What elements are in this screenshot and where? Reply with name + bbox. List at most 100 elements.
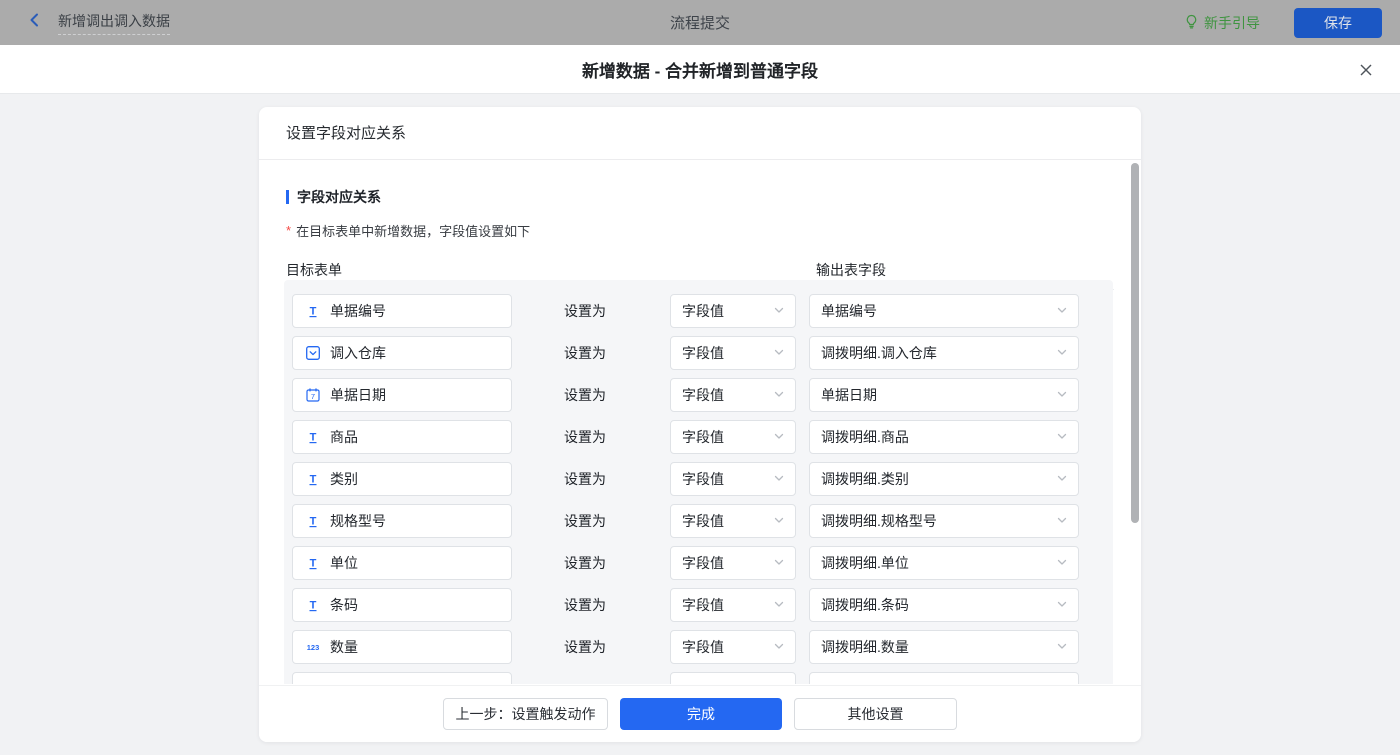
save-button[interactable]: 保存 [1294, 8, 1382, 38]
chevron-down-icon [773, 345, 785, 361]
operator-select-value: 字段值 [682, 343, 724, 363]
set-as-label: 设置为 [564, 630, 606, 664]
dialog-header: 新增数据 - 合并新增到普通字段 [0, 45, 1400, 94]
operator-select[interactable]: 字段值 [670, 462, 796, 496]
target-field-box[interactable]: 调入仓库 [292, 336, 512, 370]
field-mapping-list: T 单据编号 设置为 字段值 单据编号 调入仓库 设置为 字段值 [284, 280, 1113, 684]
beginner-guide-link[interactable]: 新手引导 [1184, 13, 1260, 33]
svg-text:T: T [310, 474, 317, 486]
chevron-down-icon [1056, 681, 1068, 684]
beginner-guide-label: 新手引导 [1204, 13, 1260, 33]
target-field-box[interactable]: T 条码 [292, 588, 512, 622]
chevron-down-icon [773, 513, 785, 529]
set-as-label: 设置为 [564, 546, 606, 580]
output-field-select[interactable]: 调拨明细.数量 [809, 630, 1079, 664]
operator-select[interactable] [670, 672, 796, 684]
date-field-icon: 7 [305, 387, 321, 403]
text-field-icon: T [305, 471, 321, 487]
output-select-value: 调拨明细.类别 [821, 469, 909, 489]
chevron-down-icon [1056, 513, 1068, 529]
chevron-down-icon [773, 303, 785, 319]
output-field-select[interactable]: 单据日期 [809, 378, 1079, 412]
chevron-down-icon [773, 429, 785, 445]
previous-step-button[interactable]: 上一步：设置触发动作 [443, 698, 608, 730]
close-button[interactable] [1357, 61, 1375, 79]
field-mapping-row: 调入仓库 设置为 字段值 调拨明细.调入仓库 [284, 336, 1113, 370]
target-field-box[interactable]: T 单据编号 [292, 294, 512, 328]
section-title: 字段对应关系 [297, 187, 381, 207]
chevron-down-icon [773, 555, 785, 571]
field-mapping-row: 123 数量 设置为 字段值 调拨明细.数量 [284, 630, 1113, 664]
finish-button[interactable]: 完成 [620, 698, 782, 730]
required-asterisk: * [286, 221, 291, 238]
section-description: 在目标表单中新增数据，字段值设置如下 [296, 221, 530, 240]
chevron-down-icon [1056, 387, 1068, 403]
field-mapping-row: T 单位 设置为 字段值 调拨明细.单位 [284, 546, 1113, 580]
target-field-box[interactable]: T 商品 [292, 420, 512, 454]
field-mapping-row: T 规格型号 设置为 字段值 调拨明细.规格型号 [284, 504, 1113, 538]
chevron-down-icon [1056, 639, 1068, 655]
output-field-select[interactable]: 单据编号 [809, 294, 1079, 328]
number-field-icon: 123 [305, 639, 321, 655]
back-button[interactable] [26, 11, 44, 34]
set-as-label: 设置为 [564, 378, 606, 412]
section-accent-bar [286, 190, 289, 204]
chevron-down-icon [1056, 429, 1068, 445]
scrollbar-thumb[interactable] [1131, 163, 1139, 523]
text-field-icon: T [305, 303, 321, 319]
operator-select[interactable]: 字段值 [670, 546, 796, 580]
operator-select[interactable]: 字段值 [670, 504, 796, 538]
svg-text:T: T [310, 558, 317, 570]
operator-select[interactable]: 字段值 [670, 420, 796, 454]
chevron-down-icon [1056, 345, 1068, 361]
operator-select[interactable]: 字段值 [670, 378, 796, 412]
target-field-label: 商品 [330, 427, 358, 447]
set-as-label: 设置为 [564, 462, 606, 496]
set-as-label: 设置为 [564, 588, 606, 622]
operator-select[interactable]: 字段值 [670, 630, 796, 664]
output-field-select[interactable]: 调拨明细.规格型号 [809, 504, 1079, 538]
chevron-down-icon [773, 681, 785, 684]
output-select-value: 单据日期 [821, 385, 877, 405]
svg-text:T: T [310, 432, 317, 444]
target-field-box[interactable]: T 类别 [292, 462, 512, 496]
operator-select-value: 字段值 [682, 427, 724, 447]
operator-select-value: 字段值 [682, 553, 724, 573]
field-mapping-row: T 类别 设置为 字段值 调拨明细.类别 [284, 462, 1113, 496]
output-field-select[interactable]: 调拨明细.调入仓库 [809, 336, 1079, 370]
chevron-down-icon [773, 471, 785, 487]
chevron-down-icon [773, 387, 785, 403]
output-field-select[interactable]: 调拨明细.条码 [809, 588, 1079, 622]
target-field-box[interactable]: T 规格型号 [292, 504, 512, 538]
output-select-value: 调拨明细.规格型号 [821, 511, 937, 531]
operator-select[interactable]: 字段值 [670, 294, 796, 328]
operator-select[interactable]: 字段值 [670, 336, 796, 370]
svg-text:123: 123 [307, 643, 320, 652]
set-as-label: 设置为 [564, 336, 606, 370]
target-field-label: 数量 [330, 637, 358, 657]
operator-select[interactable]: 字段值 [670, 588, 796, 622]
text-field-icon: T [305, 555, 321, 571]
output-field-select[interactable]: 调拨明细.类别 [809, 462, 1079, 496]
target-field-box[interactable]: 123 数量 [292, 630, 512, 664]
target-field-box[interactable]: 7 单据日期 [292, 378, 512, 412]
output-select-value: 调拨明细.商品 [821, 427, 909, 447]
field-mapping-row: 7 单据日期 设置为 字段值 单据日期 [284, 378, 1113, 412]
other-settings-button[interactable]: 其他设置 [794, 698, 957, 730]
target-field-box[interactable] [292, 672, 512, 684]
output-select-value: 调拨明细.调入仓库 [821, 343, 937, 363]
mapping-card: 设置字段对应关系 字段对应关系 * 在目标表单中新增数据，字段值设置如下 目标表… [259, 107, 1141, 742]
output-select-value: 调拨明细.数量 [821, 637, 909, 657]
flow-name-label[interactable]: 新增调出调入数据 [58, 11, 170, 35]
svg-text:7: 7 [311, 392, 315, 401]
output-field-select[interactable]: 调拨明细.单位 [809, 546, 1079, 580]
dialog-title: 新增数据 - 合并新增到普通字段 [582, 57, 818, 82]
svg-text:T: T [310, 600, 317, 612]
output-field-select[interactable] [809, 672, 1079, 684]
operator-select-value: 字段值 [682, 511, 724, 531]
field-mapping-row: T 条码 设置为 字段值 调拨明细.条码 [284, 588, 1113, 622]
target-field-box[interactable]: T 单位 [292, 546, 512, 580]
chevron-down-icon [1056, 597, 1068, 613]
output-field-select[interactable]: 调拨明细.商品 [809, 420, 1079, 454]
set-as-label: 设置为 [564, 420, 606, 454]
